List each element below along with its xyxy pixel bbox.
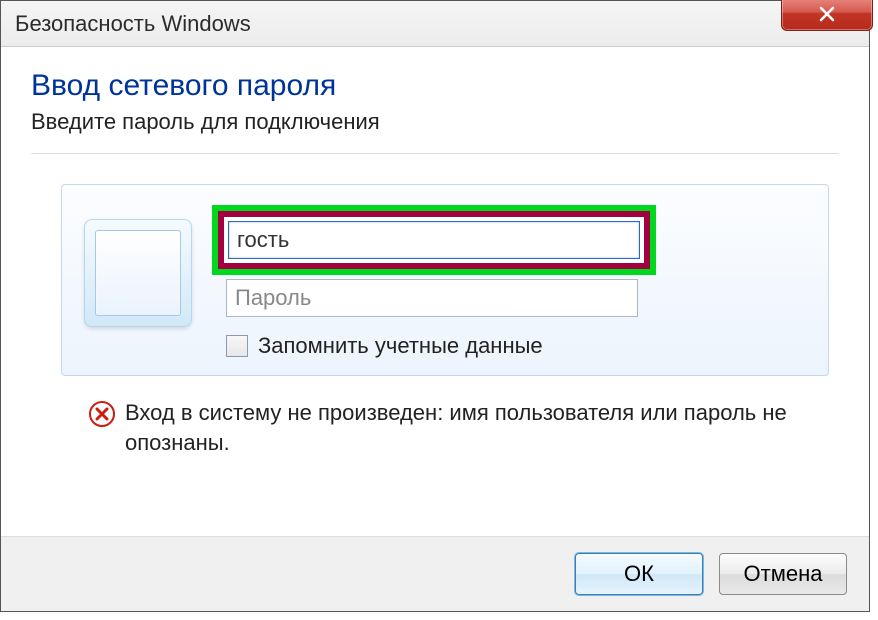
security-dialog-window: Безопасность Windows Ввод сетевого парол… bbox=[0, 0, 870, 612]
error-message: Вход в систему не произведен: имя пользо… bbox=[125, 398, 829, 457]
button-row: ОК Отмена bbox=[1, 536, 869, 611]
dialog-content: Ввод сетевого пароля Введите пароль для … bbox=[1, 47, 869, 536]
error-icon bbox=[89, 401, 115, 427]
credential-panel: Запомнить учетные данные bbox=[61, 184, 829, 376]
cancel-button[interactable]: Отмена bbox=[719, 553, 847, 595]
dialog-subheading: Введите пароль для подключения bbox=[31, 109, 839, 135]
user-avatar-icon bbox=[95, 230, 181, 316]
username-highlight-inner bbox=[218, 211, 650, 269]
dialog-heading: Ввод сетевого пароля bbox=[31, 69, 839, 103]
ok-button[interactable]: ОК bbox=[575, 553, 703, 595]
remember-checkbox[interactable] bbox=[226, 335, 248, 357]
credential-fields: Запомнить учетные данные bbox=[212, 205, 800, 359]
close-button[interactable] bbox=[781, 0, 873, 31]
titlebar: Безопасность Windows bbox=[1, 1, 869, 47]
error-row: Вход в систему не произведен: имя пользо… bbox=[89, 398, 829, 457]
remember-label[interactable]: Запомнить учетные данные bbox=[258, 333, 543, 359]
username-input[interactable] bbox=[228, 221, 640, 259]
close-icon bbox=[817, 4, 837, 24]
username-highlight-box bbox=[212, 205, 656, 275]
password-input[interactable] bbox=[226, 279, 638, 317]
window-title: Безопасность Windows bbox=[15, 11, 251, 37]
user-avatar-frame bbox=[84, 219, 192, 327]
separator bbox=[31, 153, 839, 154]
